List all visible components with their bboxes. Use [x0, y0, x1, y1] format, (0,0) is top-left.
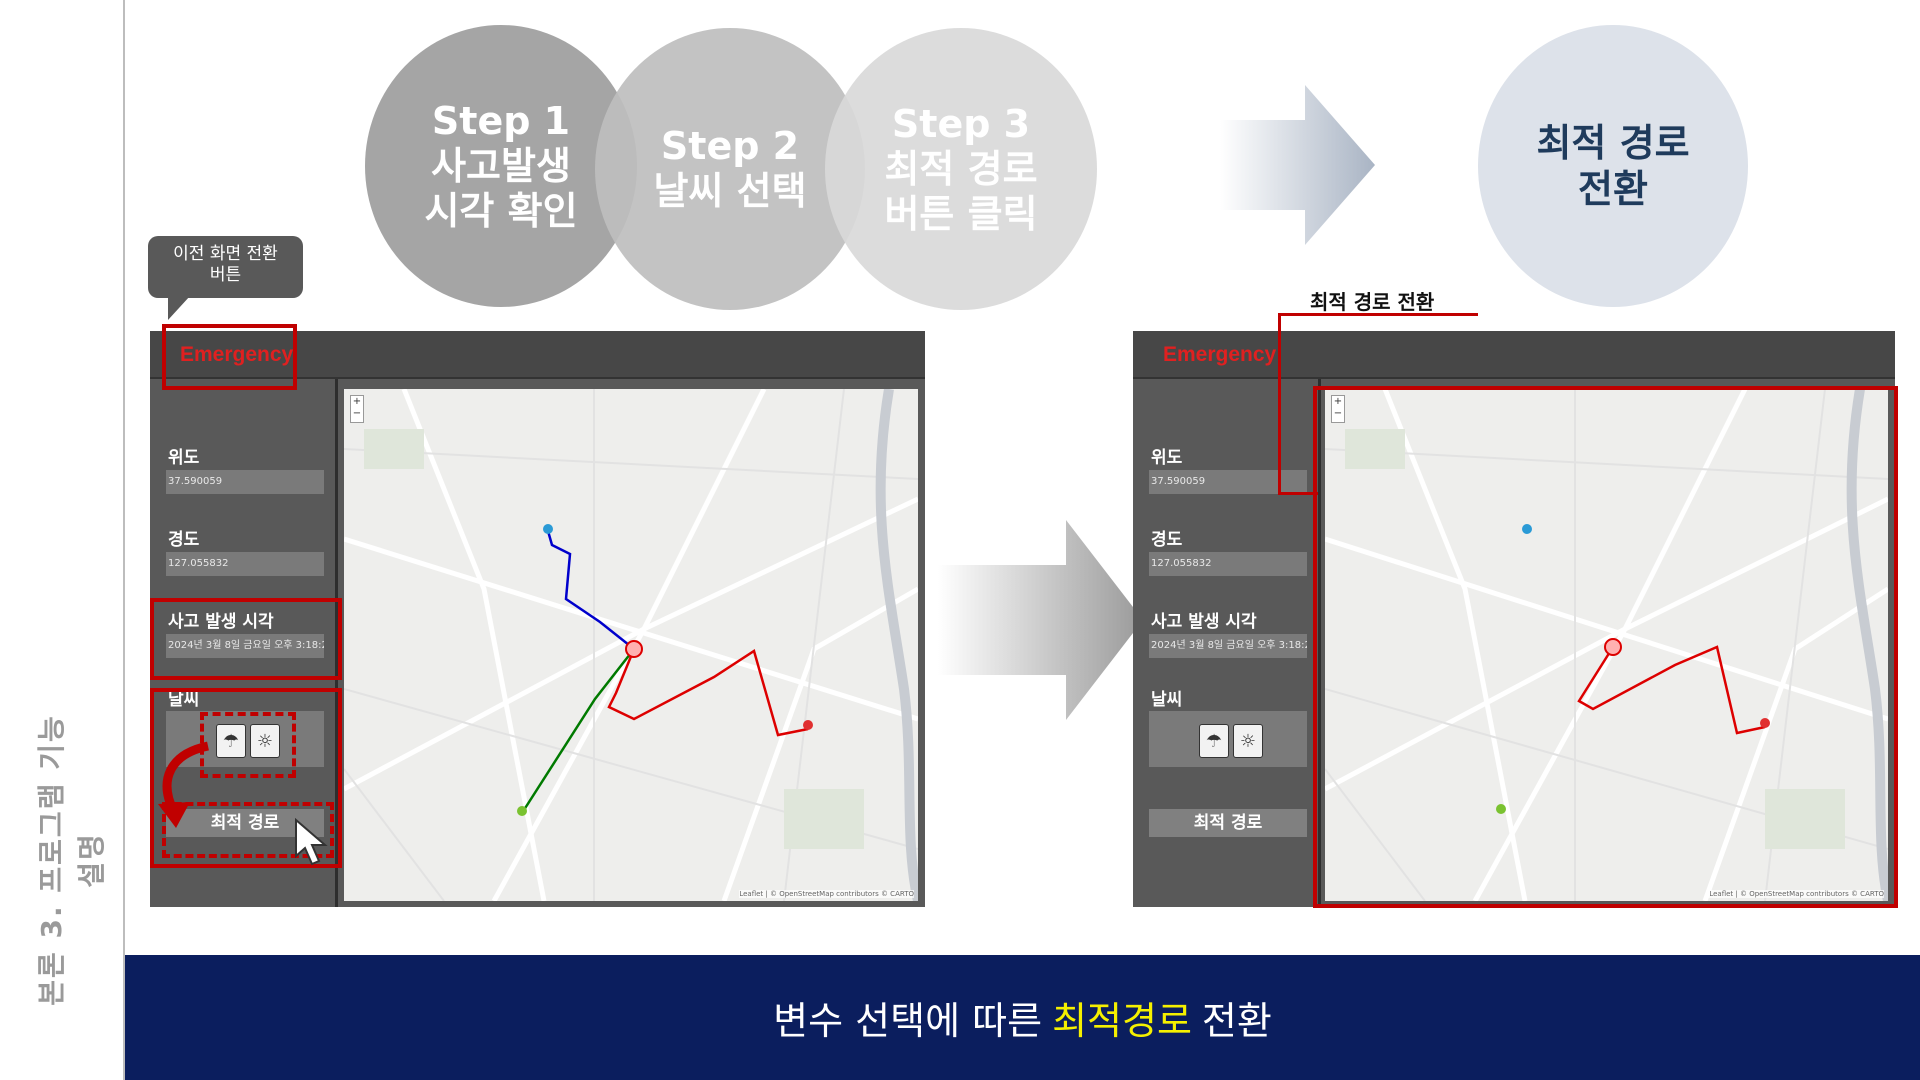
callout-line-vertical	[1278, 313, 1281, 495]
result-line1: 최적 경로	[1536, 121, 1690, 165]
curved-arrow-icon	[158, 741, 210, 828]
section-label: 본론 3. 프로그램 기능 설명	[35, 714, 108, 1006]
middle-arrow-icon	[938, 520, 1143, 720]
umbrella-icon[interactable]: ☂	[1199, 724, 1229, 758]
app-title-link[interactable]: Emergency	[1163, 343, 1276, 367]
banner-text-post: 전환	[1201, 999, 1272, 1043]
optimal-route-button[interactable]: 최적 경로	[1149, 809, 1307, 837]
lng-field[interactable]: 127.055832	[166, 552, 324, 576]
sun-icon[interactable]: ☼	[1233, 724, 1263, 758]
step-1-line2: 시각 확인	[424, 188, 578, 233]
map-view[interactable]: + − Leaflet | © OpenStreetMap contributo…	[344, 389, 918, 901]
lng-field[interactable]: 127.055832	[1149, 552, 1307, 576]
result-line2: 전환	[1578, 167, 1648, 211]
left-rail-divider	[123, 0, 125, 1080]
lng-label: 경도	[168, 530, 200, 550]
tooltip-line1: 이전 화면 전환	[173, 244, 278, 264]
app-header: Emergency	[1133, 331, 1895, 379]
step-3-line2: 버튼 클릭	[884, 191, 1038, 236]
zoom-in-button[interactable]: +	[351, 396, 363, 408]
callout-label: 최적 경로 전환	[1310, 290, 1435, 314]
lat-field[interactable]: 37.590059	[166, 470, 324, 494]
top-arrow-icon	[1220, 85, 1375, 245]
zoom-control[interactable]: + −	[350, 395, 364, 423]
tooltip-tail	[168, 296, 190, 320]
highlight-map-after	[1313, 386, 1898, 908]
zoom-out-button[interactable]: −	[351, 408, 363, 420]
mouse-cursor-icon	[295, 818, 328, 866]
result-circle: 최적 경로 전환	[1478, 25, 1748, 307]
step-3-circle: Step 3 최적 경로 버튼 클릭	[825, 28, 1097, 310]
step-2-title: Step 2	[660, 124, 800, 168]
callout-line-foot	[1278, 492, 1318, 495]
tooltip-bubble: 이전 화면 전환 버튼	[148, 236, 303, 298]
lat-field[interactable]: 37.590059	[1149, 470, 1307, 494]
step-1-title: Step 1	[431, 98, 571, 143]
lng-label: 경도	[1151, 530, 1183, 550]
banner-highlight: 최적경로	[1052, 999, 1192, 1043]
time-label: 사고 발생 시각	[1151, 612, 1257, 632]
weather-selector: ☂ ☼	[1149, 711, 1307, 767]
highlight-time	[150, 598, 342, 680]
banner-text-pre: 변수 선택에 따른	[773, 999, 1043, 1043]
highlight-title	[162, 324, 297, 390]
time-field[interactable]: 2024년 3월 8일 금요일 오후 3:18:28	[1149, 634, 1307, 658]
callout-line	[1278, 313, 1478, 316]
weather-label: 날씨	[1151, 690, 1183, 710]
lat-label: 위도	[1151, 448, 1183, 468]
step-3-title: Step 3	[891, 101, 1031, 146]
map-attribution: Leaflet | © OpenStreetMap contributors ©…	[739, 890, 914, 898]
map-canvas	[344, 389, 918, 901]
step-3-line1: 최적 경로	[884, 146, 1038, 191]
lat-label: 위도	[168, 448, 200, 468]
step-1-line1: 사고발생	[431, 143, 571, 188]
step-2-line1: 날씨 선택	[653, 169, 807, 213]
tooltip-line2: 버튼	[209, 265, 242, 285]
bottom-banner: 변수 선택에 따른 최적경로 전환	[125, 955, 1920, 1080]
sidebar: 위도 37.590059 경도 127.055832 사고 발생 시각 2024…	[1133, 379, 1318, 907]
